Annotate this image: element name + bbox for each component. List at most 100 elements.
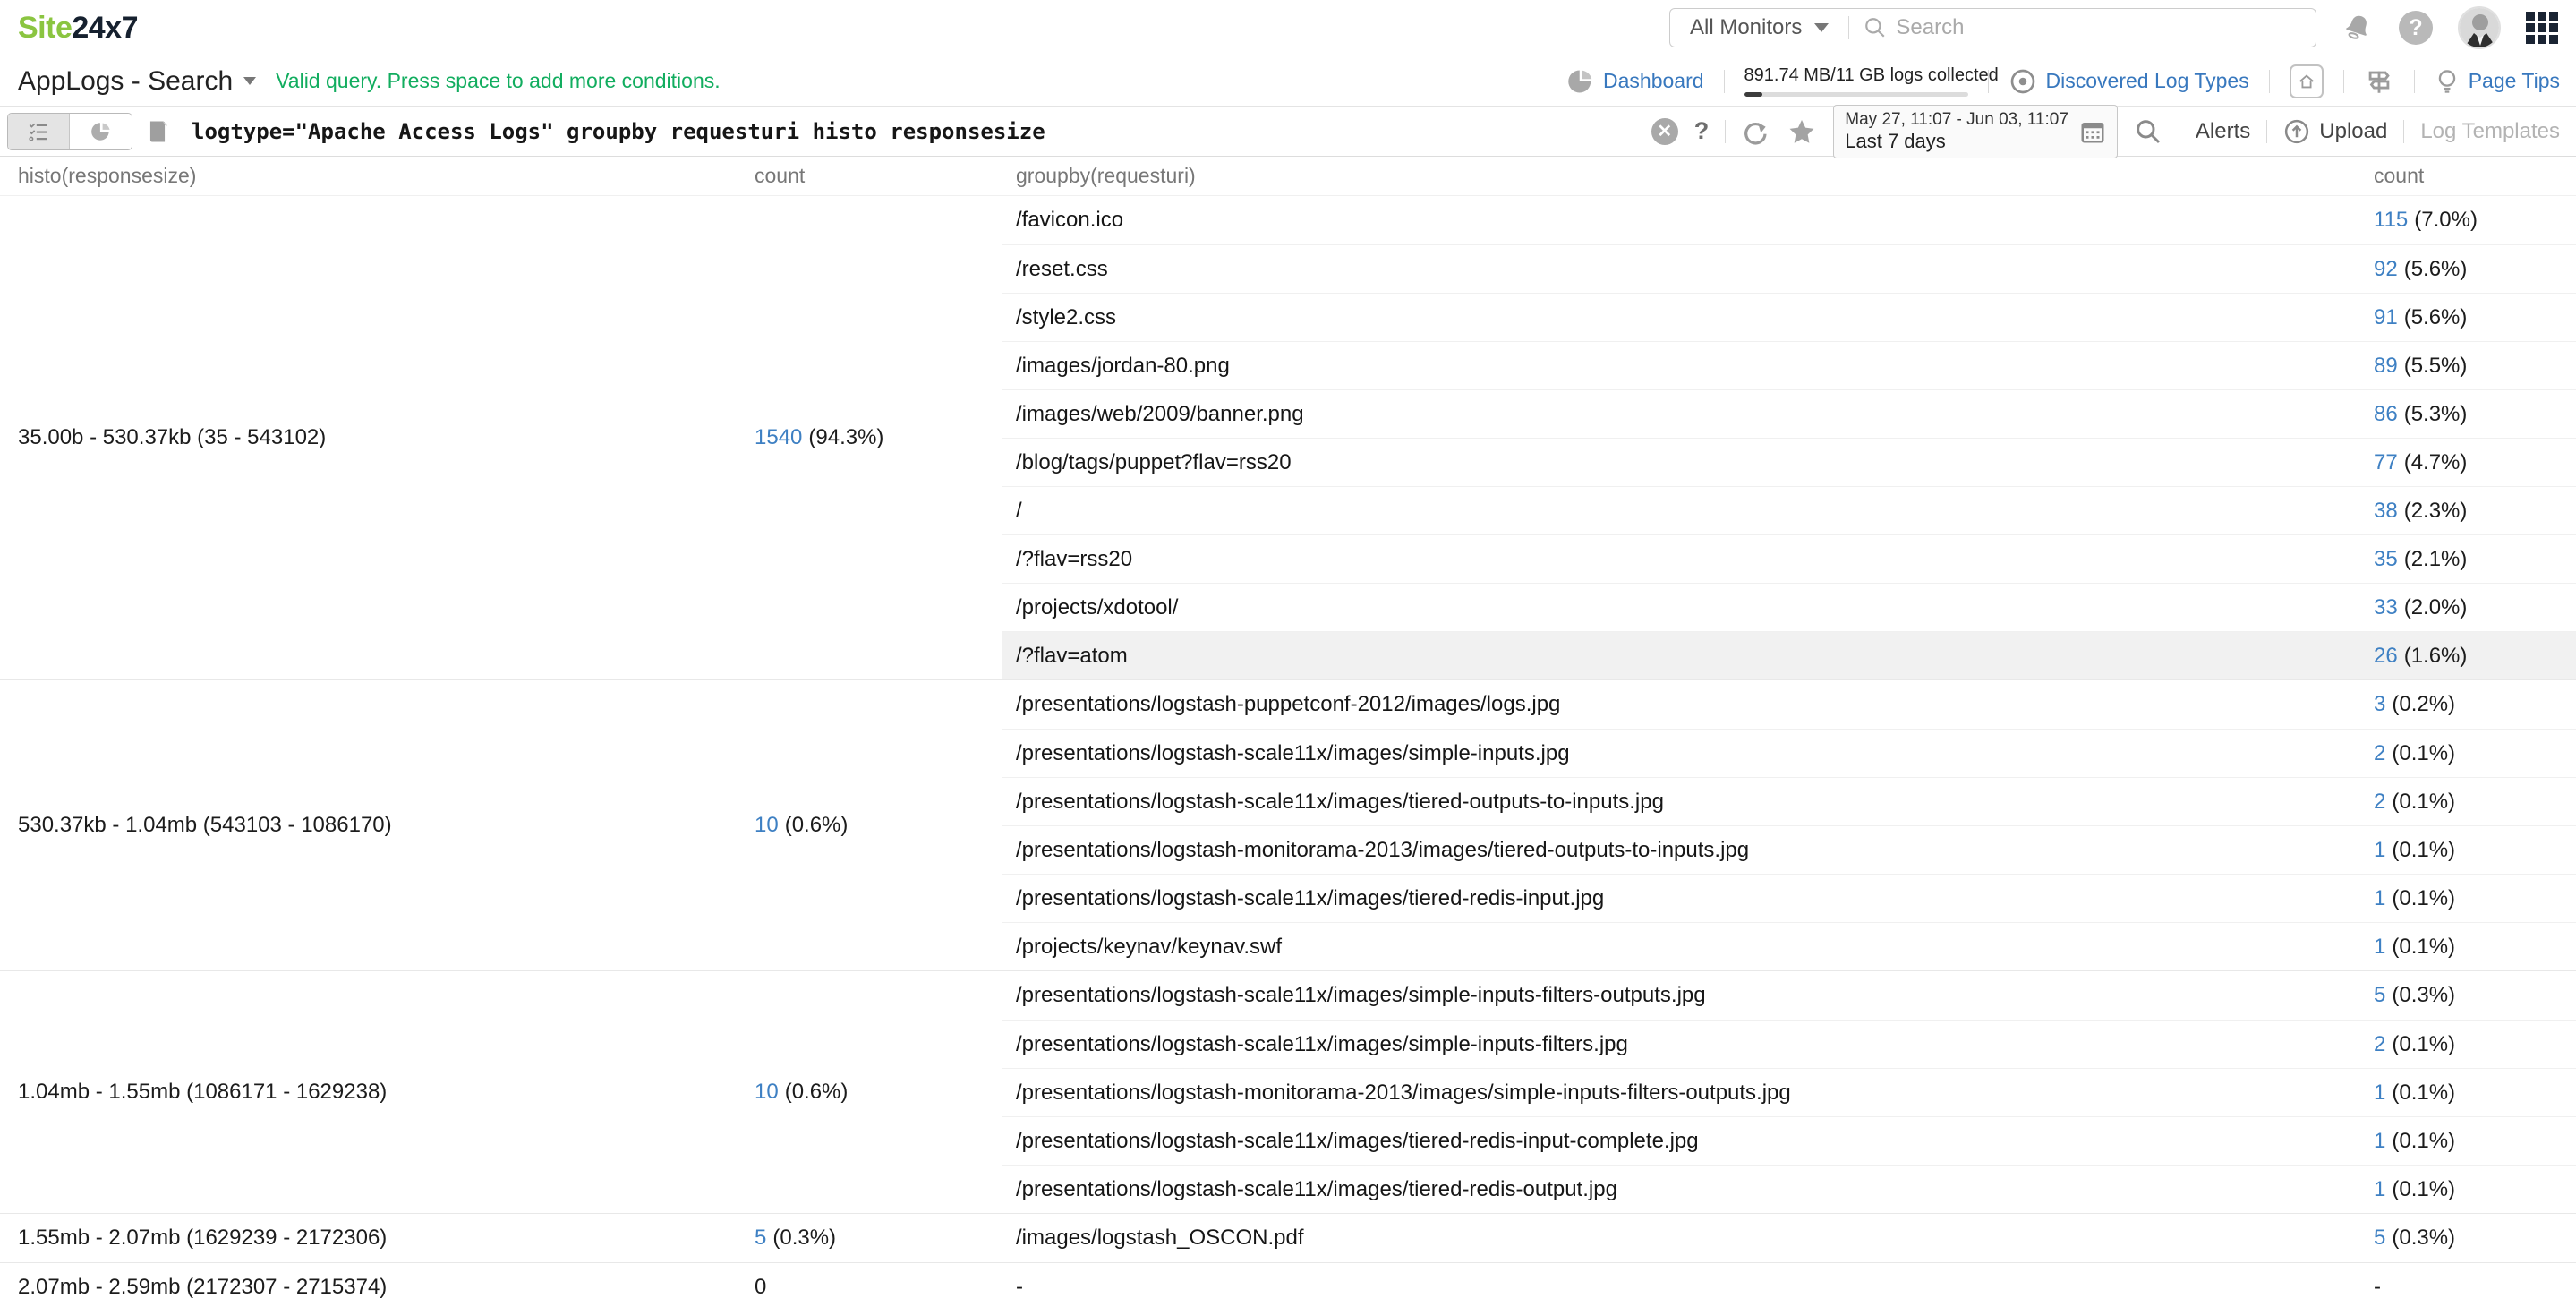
table-row[interactable]: /projects/xdotool/33(2.0%)	[1002, 583, 2576, 631]
requesturi-cell: /projects/xdotool/	[1002, 595, 2372, 620]
table-row[interactable]: /presentations/logstash-monitorama-2013/…	[1002, 825, 2576, 874]
histo-group: 35.00b - 530.37kb (35 - 543102)1540(94.3…	[0, 196, 2576, 680]
search-input[interactable]	[1896, 15, 2301, 40]
count-link[interactable]: 10	[755, 813, 779, 838]
count-percent: (0.1%)	[2392, 1032, 2455, 1056]
requesturi-cell: /presentations/logstash-scale11x/images/…	[1002, 1129, 2372, 1154]
view-toggle	[7, 113, 132, 150]
count-cell: -	[2372, 1275, 2576, 1300]
table-row[interactable]: /presentations/logstash-scale11x/images/…	[1002, 729, 2576, 777]
table-row[interactable]: /?flav=rss2035(2.1%)	[1002, 534, 2576, 583]
count-link[interactable]: 2	[2374, 790, 2385, 814]
requesturi-cell: /	[1002, 499, 2372, 524]
count-link[interactable]: 38	[2374, 499, 2398, 523]
dashboard-link[interactable]: Dashboard	[1567, 68, 1704, 95]
help-icon[interactable]: ?	[2399, 11, 2433, 45]
count-link[interactable]: 2	[2374, 1032, 2385, 1056]
count-link[interactable]: 2	[2374, 741, 2385, 765]
table-row[interactable]: /projects/keynav/keynav.swf1(0.1%)	[1002, 922, 2576, 970]
upload-button[interactable]: Upload	[2283, 118, 2387, 145]
table-row[interactable]: /presentations/logstash-monitorama-2013/…	[1002, 1068, 2576, 1116]
table-row[interactable]: /38(2.3%)	[1002, 486, 2576, 534]
count-link[interactable]: 5	[2374, 983, 2385, 1007]
monitor-scope-dropdown[interactable]: All Monitors	[1670, 9, 1848, 47]
site24x7-logo[interactable]: Site24x7	[18, 11, 138, 46]
signpost-icon[interactable]	[2364, 66, 2394, 97]
log-templates-button[interactable]: Log Templates	[2420, 119, 2560, 144]
requesturi-cell: /presentations/logstash-monitorama-2013/…	[1002, 838, 2372, 863]
count-link[interactable]: 1	[2374, 1129, 2385, 1153]
table-row[interactable]: /reset.css92(5.6%)	[1002, 244, 2576, 293]
requesturi-cell: /images/web/2009/banner.png	[1002, 402, 2372, 427]
count-link[interactable]: 3	[2374, 692, 2385, 716]
query-input[interactable]: logtype="Apache Access Logs" groupby req…	[192, 119, 1651, 144]
table-row[interactable]: --	[1002, 1263, 2576, 1307]
table-row[interactable]: /favicon.ico115(7.0%)	[1002, 196, 2576, 244]
table-row[interactable]: /presentations/logstash-scale11x/images/…	[1002, 1020, 2576, 1068]
count-link[interactable]: 26	[2374, 644, 2398, 668]
count-link[interactable]: 5	[2374, 1226, 2385, 1250]
count-link[interactable]: 92	[2374, 257, 2398, 281]
count-percent: (2.1%)	[2404, 547, 2468, 571]
count-link[interactable]: 1	[2374, 1177, 2385, 1201]
count-percent: (0.1%)	[2392, 935, 2455, 959]
table-row[interactable]: /presentations/logstash-scale11x/images/…	[1002, 1116, 2576, 1165]
table-row[interactable]: /presentations/logstash-scale11x/images/…	[1002, 777, 2576, 825]
count-cell: 1(0.1%)	[2372, 838, 2576, 863]
histo-range-cell: 1.04mb - 1.55mb (1086171 - 1629238)	[0, 971, 752, 1213]
count-link[interactable]: 86	[2374, 402, 2398, 426]
count-link[interactable]: 33	[2374, 595, 2398, 619]
home-icon[interactable]	[2290, 64, 2324, 98]
count-link[interactable]: 115	[2374, 208, 2408, 232]
list-view-button[interactable]	[8, 114, 70, 149]
alerts-button[interactable]: Alerts	[2196, 119, 2250, 144]
count-link[interactable]: 1	[2374, 838, 2385, 862]
count-link[interactable]: 77	[2374, 450, 2398, 474]
count-percent: (0.6%)	[785, 813, 849, 838]
run-search-icon[interactable]	[2134, 117, 2162, 146]
count-link[interactable]: 1	[2374, 935, 2385, 959]
clear-query-icon[interactable]: ✕	[1651, 118, 1678, 145]
favorite-star-icon[interactable]	[1787, 116, 1817, 147]
count-link[interactable]: 1540	[755, 425, 802, 450]
header-groupby: groupby(requesturi)	[1002, 164, 2372, 188]
table-row[interactable]: /images/jordan-80.png89(5.5%)	[1002, 341, 2576, 389]
chart-view-button[interactable]	[70, 114, 132, 149]
histo-group: 530.37kb - 1.04mb (543103 - 1086170)10(0…	[0, 680, 2576, 971]
count-percent: (5.6%)	[2404, 257, 2468, 281]
user-avatar[interactable]	[2458, 6, 2501, 49]
time-range-picker[interactable]: May 27, 11:07 - Jun 03, 11:07 Last 7 day…	[1833, 105, 2118, 158]
divider	[1725, 120, 1726, 143]
query-help-icon[interactable]: ?	[1694, 117, 1710, 145]
table-row[interactable]: /?flav=atom26(1.6%)	[1002, 631, 2576, 679]
page-tips-link[interactable]: Page Tips	[2435, 68, 2560, 95]
page-title-dropdown[interactable]: AppLogs - Search	[18, 66, 256, 97]
count-link[interactable]: 1	[2374, 1081, 2385, 1105]
count-link[interactable]: 1	[2374, 886, 2385, 910]
apps-grid-icon[interactable]	[2526, 12, 2558, 44]
count-link[interactable]: 35	[2374, 547, 2398, 571]
divider	[2414, 70, 2415, 93]
table-row[interactable]: /presentations/logstash-scale11x/images/…	[1002, 1165, 2576, 1213]
count-cell: 2(0.1%)	[2372, 741, 2576, 766]
count-link[interactable]: 10	[755, 1080, 779, 1105]
count-link[interactable]: 5	[755, 1226, 766, 1251]
count-percent: (0.1%)	[2392, 790, 2455, 814]
chevron-down-icon	[243, 77, 256, 85]
table-row[interactable]: /images/logstash_OSCON.pdf5(0.3%)	[1002, 1214, 2576, 1262]
table-row[interactable]: /blog/tags/puppet?flav=rss2077(4.7%)	[1002, 438, 2576, 486]
count-cell: 89(5.5%)	[2372, 354, 2576, 379]
table-row[interactable]: /style2.css91(5.6%)	[1002, 293, 2576, 341]
count-link[interactable]: 89	[2374, 354, 2398, 378]
group-rows: /favicon.ico115(7.0%)/reset.css92(5.6%)/…	[1002, 196, 2576, 679]
notifications-bell-icon[interactable]	[2341, 12, 2374, 44]
requesturi-cell: /?flav=atom	[1002, 644, 2372, 669]
discovered-log-types-link[interactable]: Discovered Log Types	[2009, 67, 2249, 96]
count-link[interactable]: 91	[2374, 305, 2398, 329]
saved-queries-book-icon[interactable]	[145, 118, 170, 145]
table-row[interactable]: /images/web/2009/banner.png86(5.3%)	[1002, 389, 2576, 438]
table-row[interactable]: /presentations/logstash-scale11x/images/…	[1002, 874, 2576, 922]
share-export-icon[interactable]	[1742, 117, 1770, 146]
table-row[interactable]: /presentations/logstash-puppetconf-2012/…	[1002, 680, 2576, 729]
table-row[interactable]: /presentations/logstash-scale11x/images/…	[1002, 971, 2576, 1020]
